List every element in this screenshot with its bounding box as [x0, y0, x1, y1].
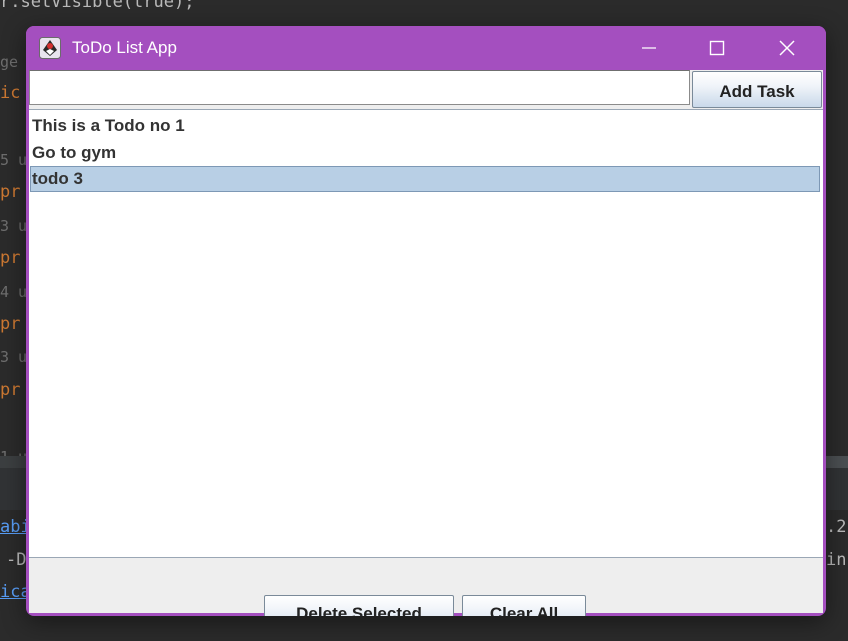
code-fragment: ic	[0, 83, 21, 103]
usage-hint: 3 u	[0, 217, 28, 235]
gutter-label: ge	[0, 53, 19, 71]
delete-selected-button[interactable]: Delete Selected	[264, 595, 454, 616]
console-text: inc	[826, 550, 848, 570]
code-fragment: pr	[0, 248, 21, 268]
code-line: r.setVisible(true);	[0, 0, 195, 12]
usage-hint: 4 u	[0, 283, 28, 301]
usage-hint: 5 u	[0, 151, 28, 169]
minimize-icon	[642, 47, 656, 49]
java-duke-icon[interactable]	[39, 37, 61, 59]
code-fragment: pr	[0, 314, 21, 334]
panel-scrollbar[interactable]	[824, 456, 848, 468]
todo-list-item-selected[interactable]: todo 3	[30, 166, 820, 192]
todo-app-window: ToDo List App Add Task This is a Todo no…	[26, 26, 826, 616]
close-icon	[779, 40, 795, 56]
maximize-button[interactable]	[683, 26, 751, 70]
add-task-button[interactable]: Add Task	[692, 71, 822, 108]
maximize-icon	[709, 40, 725, 56]
title-bar[interactable]: ToDo List App	[26, 26, 826, 70]
clear-all-button[interactable]: Clear All	[462, 595, 586, 616]
window-content: Add Task This is a Todo no 1 Go to gym t…	[29, 70, 823, 616]
console-text: .2	[826, 517, 847, 537]
window-title: ToDo List App	[72, 38, 177, 57]
task-input[interactable]	[29, 70, 690, 105]
close-button[interactable]	[753, 26, 821, 70]
todo-list-item[interactable]: This is a Todo no 1	[30, 113, 820, 139]
usage-hint: 3 u	[0, 348, 28, 366]
console-text: -D	[6, 550, 27, 570]
minimize-button[interactable]	[615, 26, 683, 70]
todo-list-item[interactable]: Go to gym	[30, 140, 820, 166]
todo-list[interactable]: This is a Todo no 1 Go to gym todo 3	[29, 109, 823, 558]
code-fragment: pr	[0, 182, 21, 202]
code-fragment: pr	[0, 380, 21, 400]
